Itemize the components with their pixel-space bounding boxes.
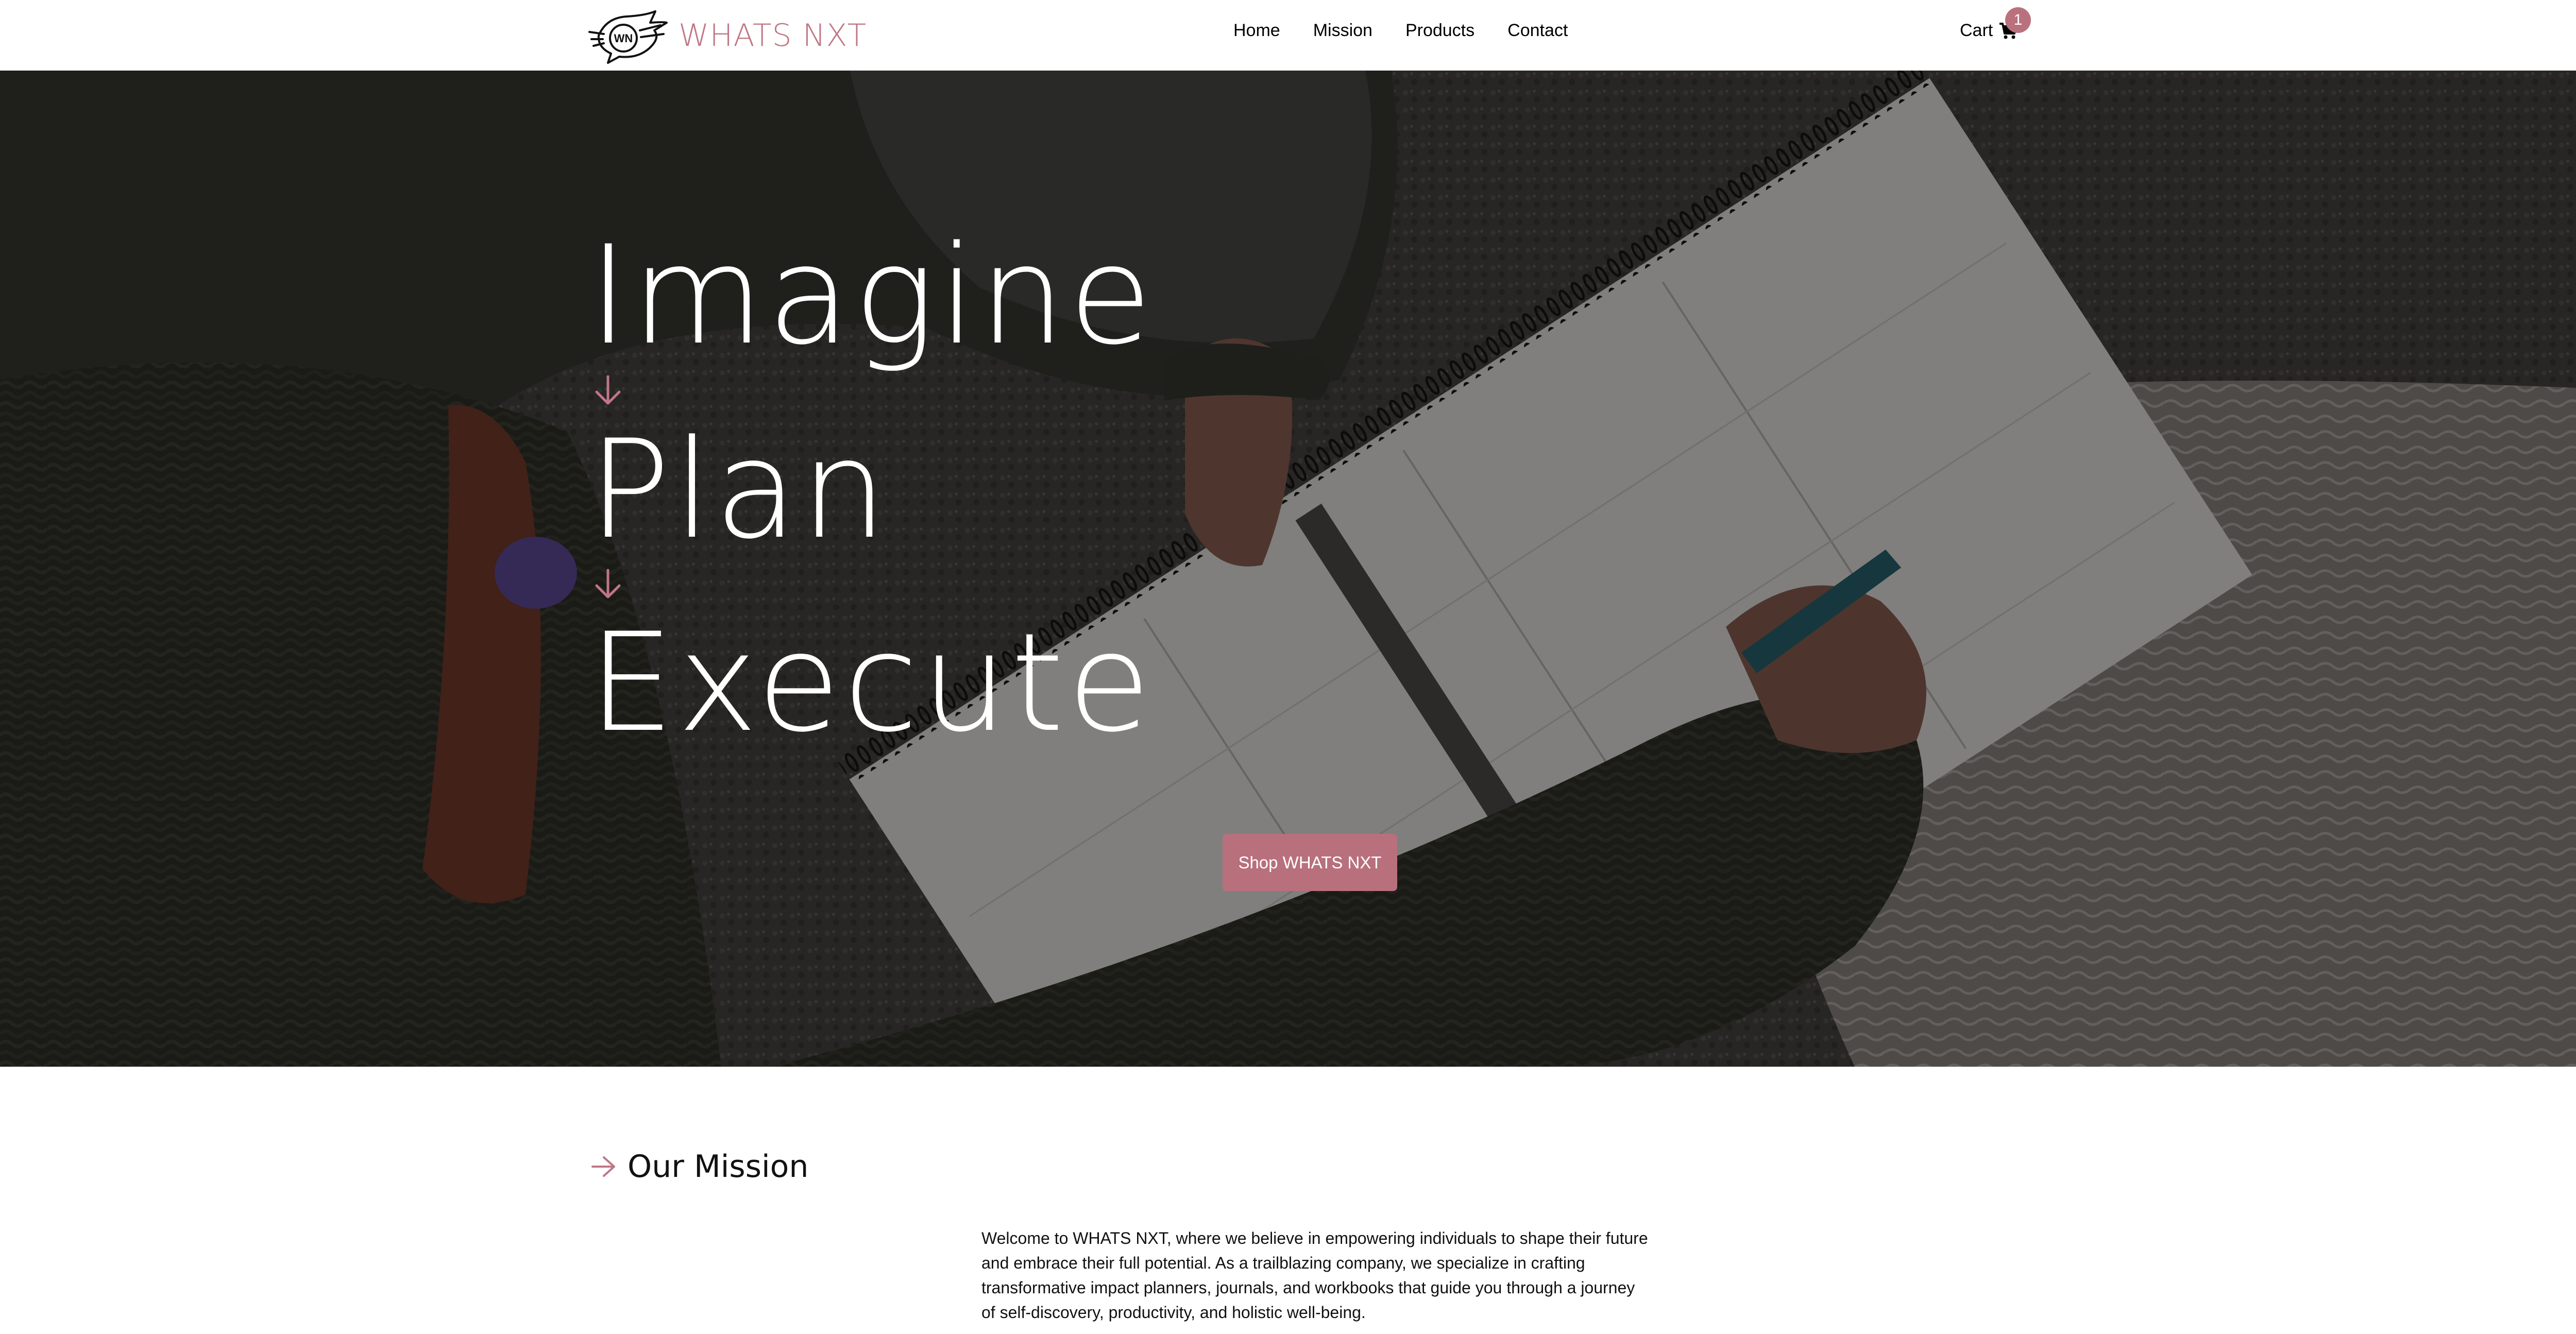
arrow-down-icon bbox=[595, 569, 621, 598]
hero-dark-overlay bbox=[0, 71, 2576, 1067]
brand-name: WHATS NXT bbox=[679, 18, 867, 54]
hero-word-plan: Plan bbox=[588, 411, 890, 569]
cart-button[interactable]: Cart 1 bbox=[1960, 7, 2031, 41]
nav-link-home[interactable]: Home bbox=[1233, 21, 1280, 41]
hero-section: Imagine Plan Execute Shop WHATS NXT bbox=[0, 71, 2576, 1067]
nav-link-mission[interactable]: Mission bbox=[1313, 21, 1372, 41]
main-nav: Home Mission Products Contact bbox=[1233, 21, 1568, 41]
mission-title: Our Mission bbox=[628, 1149, 809, 1185]
brand-logo-icon: WN bbox=[588, 10, 668, 64]
nav-link-contact[interactable]: Contact bbox=[1507, 21, 1568, 41]
mission-heading: Our Mission bbox=[590, 1149, 808, 1185]
hero-word-imagine: Imagine bbox=[588, 217, 1156, 375]
mission-description: Welcome to WHATS NXT, where we believe i… bbox=[981, 1229, 1648, 1322]
shop-whats-nxt-button[interactable]: Shop WHATS NXT bbox=[1223, 834, 1397, 891]
cart-count-badge: 1 bbox=[2005, 7, 2031, 33]
arrow-down-icon bbox=[595, 375, 621, 405]
top-navbar: WN WHATS NXT Home Mission Products Conta… bbox=[0, 0, 2576, 71]
brand-home-link[interactable]: WN WHATS NXT bbox=[588, 7, 867, 64]
brand-logo-text: WN bbox=[614, 32, 633, 45]
arrow-right-icon bbox=[591, 1156, 615, 1177]
hero-word-execute: Execute bbox=[588, 604, 1154, 762]
nav-link-products[interactable]: Products bbox=[1405, 21, 1475, 41]
cart-label: Cart bbox=[1960, 21, 1993, 40]
